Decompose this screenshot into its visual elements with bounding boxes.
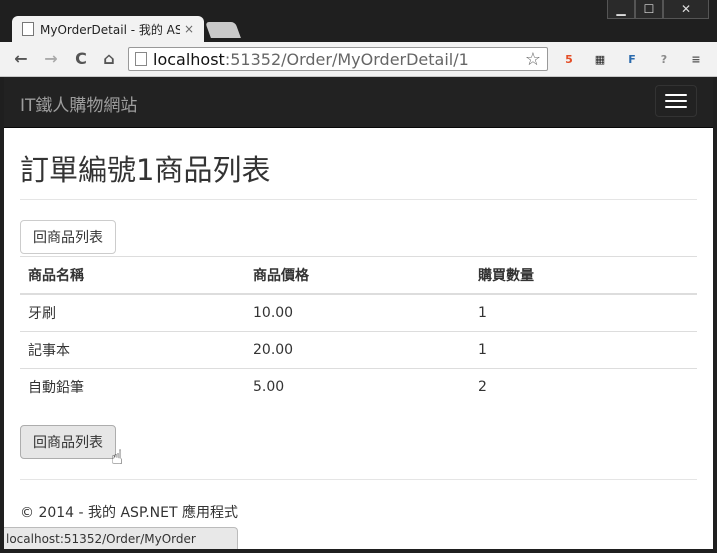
product-quantity-cell: 1 bbox=[470, 331, 697, 369]
close-button[interactable]: ✕ bbox=[663, 0, 709, 19]
back-to-list-button-top[interactable]: 回商品列表 bbox=[20, 220, 116, 254]
table-header-row: 商品名稱 商品價格 購買數量 bbox=[20, 256, 697, 295]
tab-title: MyOrderDetail - 我的 ASP bbox=[40, 22, 180, 37]
back-icon[interactable]: ← bbox=[12, 50, 30, 68]
product-name-cell: 記事本 bbox=[20, 331, 245, 369]
product-quantity-cell: 1 bbox=[470, 293, 697, 332]
site-navbar: IT鐵人購物網站 bbox=[4, 77, 713, 128]
minimize-button[interactable]: ▁ bbox=[607, 0, 635, 19]
table-row: 記事本 20.00 1 bbox=[20, 331, 697, 369]
product-price-cell: 10.00 bbox=[245, 293, 470, 332]
menu-icon[interactable]: ≡ bbox=[687, 50, 705, 68]
table-row: 牙刷 10.00 1 bbox=[20, 293, 697, 332]
product-name-cell: 牙刷 bbox=[20, 293, 245, 332]
html5-extension-icon[interactable]: 5 bbox=[560, 50, 578, 68]
status-bar-url: localhost:51352/Order/MyOrder bbox=[4, 527, 238, 549]
back-to-list-button-bottom[interactable]: 回商品列表 bbox=[20, 425, 116, 459]
page-title: 訂單編號1商品列表 bbox=[20, 153, 271, 187]
product-price-cell: 5.00 bbox=[245, 368, 470, 405]
column-header: 購買數量 bbox=[470, 256, 697, 295]
divider bbox=[20, 479, 697, 480]
main-content: 訂單編號1商品列表 回商品列表 商品名稱 商品價格 購買數量 牙刷 10.00 … bbox=[20, 127, 697, 522]
navbar-toggle-button[interactable] bbox=[655, 85, 697, 117]
site-brand-link[interactable]: IT鐵人購物網站 bbox=[20, 91, 137, 116]
column-header: 商品價格 bbox=[245, 256, 470, 295]
bookmark-star-icon[interactable]: ☆ bbox=[525, 49, 541, 70]
hamburger-bar bbox=[665, 106, 687, 108]
product-price-cell: 20.00 bbox=[245, 331, 470, 369]
help-icon[interactable]: ? bbox=[655, 50, 673, 68]
home-icon[interactable]: ⌂ bbox=[100, 50, 118, 68]
order-items-table: 商品名稱 商品價格 購買數量 牙刷 10.00 1 記事本 20.00 1 自動… bbox=[20, 256, 697, 405]
window-controls: ▁ ☐ ✕ bbox=[607, 0, 709, 19]
column-header: 商品名稱 bbox=[20, 256, 245, 295]
hand-cursor-icon: ☝ bbox=[111, 445, 124, 469]
new-tab-button[interactable] bbox=[205, 22, 241, 38]
bottom-button-area: 回商品列表 ☝ bbox=[20, 425, 697, 469]
url-path: :51352/Order/MyOrderDetail/1 bbox=[224, 49, 469, 69]
divider bbox=[20, 199, 697, 200]
f-extension-icon[interactable]: F bbox=[623, 50, 641, 68]
qr-code-icon[interactable]: ▦ bbox=[591, 50, 609, 68]
hamburger-bar bbox=[665, 94, 687, 96]
url-host: localhost bbox=[153, 49, 225, 69]
address-bar[interactable]: localhost:51352/Order/MyOrderDetail/1 ☆ bbox=[128, 47, 548, 71]
product-name-cell: 自動鉛筆 bbox=[20, 368, 245, 405]
forward-icon[interactable]: → bbox=[42, 50, 60, 68]
product-quantity-cell: 2 bbox=[470, 368, 697, 405]
page-favicon-icon bbox=[22, 22, 34, 36]
browser-toolbar: ← → C ⌂ localhost:51352/Order/MyOrderDet… bbox=[0, 42, 717, 77]
maximize-button[interactable]: ☐ bbox=[635, 0, 663, 19]
browser-window: MyOrderDetail - 我的 ASP × ▁ ☐ ✕ ← → C ⌂ l… bbox=[0, 0, 717, 553]
table-row: 自動鉛筆 5.00 2 bbox=[20, 368, 697, 405]
tab-my-order-detail[interactable]: MyOrderDetail - 我的 ASP × bbox=[12, 16, 204, 42]
page-icon bbox=[135, 52, 147, 66]
footer-copyright: © 2014 - 我的 ASP.NET 應用程式 bbox=[20, 505, 238, 521]
page-viewport: IT鐵人購物網站 訂單編號1商品列表 回商品列表 商品名稱 商品價格 購買數量 bbox=[4, 77, 713, 549]
tab-close-icon[interactable]: × bbox=[184, 22, 194, 36]
reload-icon[interactable]: C bbox=[72, 50, 90, 68]
hamburger-bar bbox=[665, 100, 687, 102]
